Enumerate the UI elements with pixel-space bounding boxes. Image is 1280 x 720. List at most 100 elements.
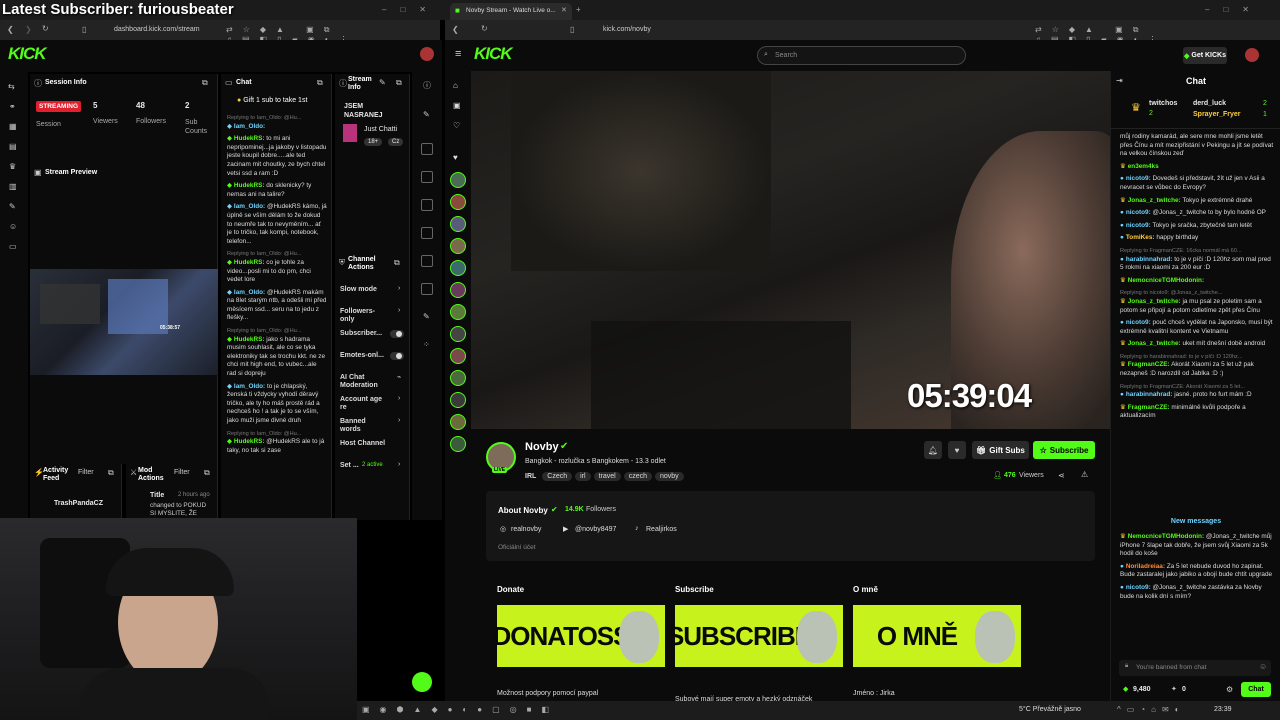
right-address-input[interactable]: kick.com/novby — [603, 26, 651, 33]
channel-action-item[interactable]: AI Chat Moderation ⌁ — [340, 371, 406, 393]
chat-bubble-icon[interactable] — [412, 672, 432, 692]
subscribe-button[interactable]: ☆ Subscribe — [1033, 441, 1095, 459]
gift-subs-button[interactable]: 🎁︎ Gift Subs — [972, 441, 1029, 459]
instagram-link[interactable]: realnovby — [511, 526, 541, 533]
toggle-switch[interactable] — [390, 330, 404, 338]
mod-popout-icon[interactable]: ⧉ — [204, 468, 210, 478]
chat-username[interactable]: NemocniceTGMHodonin: — [1128, 533, 1204, 540]
stream-tag[interactable]: travel — [593, 472, 621, 481]
follow-button[interactable]: ♥ — [948, 441, 966, 459]
followed-channel-avatar[interactable] — [450, 436, 466, 452]
reload-icon[interactable]: ↻ — [42, 24, 49, 33]
stream-tag[interactable]: IRL — [525, 473, 536, 480]
followed-channel-avatar[interactable] — [450, 414, 466, 430]
rail-tool-3-icon[interactable] — [421, 199, 433, 211]
channel-action-item[interactable]: Set ... 2 active › — [340, 459, 406, 481]
stats-icon[interactable]: ▥ — [9, 182, 17, 191]
right-reload-icon[interactable]: ↻ — [481, 24, 488, 33]
stream-info-popout-icon[interactable]: ⧉ — [396, 78, 402, 88]
followed-channel-avatar[interactable] — [450, 348, 466, 364]
search-box[interactable]: ⌕ Search — [757, 46, 966, 65]
activity-popout-icon[interactable]: ⧉ — [108, 468, 114, 478]
chat-username[interactable]: nicoto9: — [1126, 584, 1151, 591]
window-controls-right[interactable]: –□✕ — [1205, 5, 1263, 14]
tiktok-link[interactable]: Realjirkos — [646, 526, 677, 533]
collapse-icon[interactable]: ⇆ — [8, 82, 20, 92]
chat-username[interactable]: nicoto9: — [1126, 175, 1151, 182]
link-icon[interactable]: ⚭ — [9, 102, 16, 111]
kick-main-logo[interactable]: KICK — [474, 44, 513, 64]
chat-popout-icon[interactable]: ⧉ — [317, 78, 323, 88]
chat-username[interactable]: TomiKes: — [1126, 234, 1155, 241]
address-input[interactable]: dashboard.kick.com/stream — [114, 26, 200, 33]
analytics-icon[interactable]: ▤ — [9, 142, 17, 151]
channel-actions-popout-icon[interactable]: ⧉ — [394, 258, 400, 268]
wrench-rail-icon[interactable]: ✎ — [423, 312, 430, 321]
chat-username[interactable]: HudekRS: — [234, 135, 265, 142]
chat-input[interactable]: 🔒︎ You're banned from chat ☺ — [1119, 660, 1271, 676]
browse-icon[interactable]: ▣ — [453, 101, 461, 110]
taskbar-apps[interactable]: ▣◉⬢▲◆●◐●▢◎■◧ — [362, 705, 559, 714]
channel-action-item[interactable]: Emotes-onl... — [340, 349, 406, 371]
window-controls-left[interactable]: –□✕ — [382, 5, 440, 14]
notifications-button[interactable]: 🔔︎ — [924, 441, 942, 459]
followed-channel-avatar[interactable] — [450, 238, 466, 254]
channel-action-item[interactable]: Slow mode › — [340, 283, 406, 305]
layout-icon[interactable]: ▦ — [9, 122, 17, 131]
channel-action-item[interactable]: Host Channel — [340, 437, 406, 459]
chat-username[interactable]: Jonas_z_twitche: — [1128, 197, 1181, 204]
chat-username[interactable]: Jonas_z_twitche: — [1128, 340, 1181, 347]
pen-rail-icon[interactable]: ✎ — [423, 110, 430, 119]
chat-username[interactable]: Iam_Oldo: — [234, 289, 265, 296]
right-back-icon[interactable]: ❮ — [452, 25, 459, 34]
favorites-icon[interactable]: ♥ — [453, 153, 458, 162]
channel-action-item[interactable]: Subscriber... — [340, 327, 406, 349]
following-icon[interactable]: ♡ — [453, 121, 460, 130]
emote-icon[interactable]: ☺ — [1259, 662, 1267, 671]
chat-username[interactable]: nicoto9: — [1126, 209, 1151, 216]
preview-thumbnail[interactable]: 05:38:57 — [30, 269, 218, 375]
followed-channel-avatar[interactable] — [450, 392, 466, 408]
edit-icon[interactable]: ✎ — [379, 78, 386, 87]
chat-username[interactable]: HudekRS: — [234, 182, 265, 189]
info-rail-icon[interactable]: ⓘ — [423, 80, 431, 91]
report-icon[interactable]: ⚠ — [1081, 470, 1088, 479]
dots-rail-icon[interactable]: ⁘ — [423, 340, 430, 349]
followed-channel-avatar[interactable] — [450, 370, 466, 386]
kick-logo[interactable]: KICK — [8, 44, 47, 64]
chat-send-button[interactable]: Chat — [1241, 682, 1271, 697]
bookmark-icon[interactable]: ▯ — [82, 25, 86, 34]
stream-tag[interactable]: czech — [623, 472, 652, 481]
channel-action-item[interactable]: Followers-only › — [340, 305, 406, 327]
pinned-gift[interactable]: ● Gift 1 sub to take 1st — [237, 97, 307, 104]
chat-username[interactable]: nicoto9: — [1126, 222, 1151, 229]
chat-username[interactable]: nicoto9: — [1126, 319, 1151, 326]
video-player[interactable]: 05:39:04 — [471, 71, 1110, 429]
back-icon[interactable]: ❮ — [7, 25, 14, 34]
rail-tool-6-icon[interactable] — [421, 283, 433, 295]
chat-username[interactable]: HudekRS: — [234, 259, 265, 266]
chat-username[interactable]: Noriladreiaa: — [1126, 563, 1165, 570]
channel-name[interactable]: Novby — [525, 441, 559, 453]
tray-icons[interactable]: ^▭◔⌂✉◐ — [1117, 705, 1186, 714]
tab-close-icon[interactable]: ✕ — [561, 6, 567, 14]
user-avatar[interactable] — [420, 47, 434, 61]
followed-channel-avatar[interactable] — [450, 260, 466, 276]
popout-icon[interactable]: ⧉ — [202, 78, 208, 88]
users-icon[interactable]: ☺ — [9, 222, 17, 231]
rail-tool-1-icon[interactable] — [421, 143, 433, 155]
stream-tag[interactable]: irl — [575, 472, 591, 481]
rail-tool-2-icon[interactable] — [421, 171, 433, 183]
followed-channel-avatar[interactable] — [450, 326, 466, 342]
rail-tool-4-icon[interactable] — [421, 227, 433, 239]
chat-username[interactable]: Iam_Oldo: — [234, 383, 265, 390]
kick-user-avatar[interactable] — [1245, 48, 1259, 62]
menu-icon[interactable]: ≡ — [455, 48, 461, 60]
chat-username[interactable]: HudekRS: — [234, 336, 265, 343]
chat-username[interactable]: FragmanCZE: — [1128, 404, 1170, 411]
share-icon[interactable]: ⋖ — [1058, 471, 1065, 480]
new-tab-icon[interactable]: + — [576, 5, 581, 14]
info-panel-banner[interactable]: O MNĚ — [853, 605, 1021, 667]
mod-filter[interactable]: Filter — [174, 469, 190, 476]
channel-action-item[interactable]: Account age re › — [340, 393, 406, 415]
